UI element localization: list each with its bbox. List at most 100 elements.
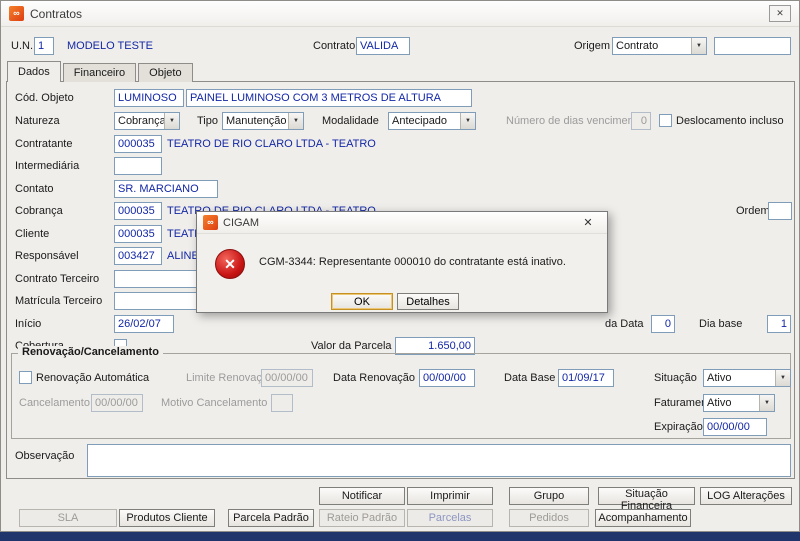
dias-vencimento-label: Número de dias vencimento (506, 115, 643, 127)
window-titlebar: ∞ Contratos ✕ (1, 1, 799, 27)
chevron-down-icon: ▼ (691, 38, 706, 54)
natureza-combo[interactable]: Cobrança ▼ (114, 112, 180, 130)
origem-combo[interactable]: Contrato ▼ (612, 37, 707, 55)
faturamento-combo[interactable]: Ativo ▼ (703, 394, 775, 412)
da-data-label: da Data (605, 318, 644, 330)
tab-bar: Dados Financeiro Objeto (7, 61, 195, 82)
dialog-message: CGM-3344: Representante 000010 do contra… (259, 256, 566, 268)
situacao-combo[interactable]: Ativo ▼ (703, 369, 791, 387)
pedidos-button: Pedidos (509, 509, 589, 527)
notificar-button[interactable]: Notificar (319, 487, 405, 505)
app-icon: ∞ (9, 6, 24, 21)
cobranca-label: Cobrança (15, 205, 63, 217)
dialog-titlebar: ∞ CIGAM ✕ (197, 212, 607, 234)
imprimir-button[interactable]: Imprimir (407, 487, 493, 505)
data-base-input[interactable] (558, 369, 614, 387)
window-title: Contratos (30, 6, 83, 21)
expiracao-input[interactable] (703, 418, 767, 436)
parcela-padrao-button[interactable]: Parcela Padrão (228, 509, 314, 527)
da-data-input[interactable] (651, 315, 675, 333)
limite-renovacao-input (261, 369, 313, 387)
dia-base-label: Dia base (699, 318, 743, 330)
cod-objeto-code-input[interactable] (114, 89, 184, 107)
contrato-terceiro-input[interactable] (114, 270, 204, 288)
un-input[interactable] (34, 37, 54, 55)
tipo-combo-value: Manutenção (226, 115, 287, 127)
motivo-cancelamento-label: Motivo Cancelamento (161, 397, 268, 409)
ordem-input[interactable] (768, 202, 792, 220)
acompanhamento-button[interactable]: Acompanhamento (595, 509, 691, 527)
ordem-label: Ordem (736, 205, 770, 217)
contato-input[interactable] (114, 180, 218, 198)
deslocamento-checkbox[interactable] (659, 114, 672, 127)
cod-objeto-label: Cód. Objeto (15, 92, 74, 104)
origem-label: Origem (574, 40, 611, 52)
cancelamento-label: Cancelamento (19, 397, 90, 409)
renovacao-automatica-label: Renovação Automática (36, 372, 150, 384)
inicio-input[interactable] (114, 315, 174, 333)
cod-objeto-desc-input[interactable] (186, 89, 472, 107)
bottom-strip (0, 533, 800, 541)
parcelas-button: Parcelas (407, 509, 493, 527)
faturamento-combo-value: Ativo (707, 397, 732, 409)
origem-combo-value: Contrato (616, 40, 659, 52)
dialog-title: CIGAM (223, 216, 260, 229)
tab-financeiro[interactable]: Financeiro (62, 63, 137, 82)
data-renovacao-label: Data Renovação (333, 372, 415, 384)
modalidade-combo[interactable]: Antecipado ▼ (388, 112, 476, 130)
intermediaria-input[interactable] (114, 157, 162, 175)
data-renovacao-input[interactable] (419, 369, 475, 387)
dialog-close-button[interactable]: ✕ (575, 214, 601, 232)
tab-objeto[interactable]: Objeto (138, 63, 193, 82)
natureza-combo-value: Cobrança (118, 115, 164, 127)
valor-parcela-label: Valor da Parcela (311, 340, 392, 352)
chevron-down-icon: ▼ (460, 113, 475, 129)
produtos-cliente-button[interactable]: Produtos Cliente (119, 509, 215, 527)
chevron-down-icon: ▼ (759, 395, 774, 411)
tipo-combo[interactable]: Manutenção ▼ (222, 112, 304, 130)
matricula-terceiro-label: Matrícula Terceiro (15, 295, 103, 307)
observacao-textarea[interactable] (87, 444, 791, 477)
sla-button: SLA (19, 509, 117, 527)
un-label: U.N. (11, 40, 33, 52)
contratante-desc-text: TEATRO DE RIO CLARO LTDA - TEATRO (167, 138, 376, 150)
contratante-label: Contratante (15, 138, 73, 150)
origem-extra-input[interactable] (714, 37, 791, 55)
cliente-code-input[interactable] (114, 225, 162, 243)
un-name-text: MODELO TESTE (67, 40, 153, 52)
chevron-down-icon: ▼ (288, 113, 303, 129)
detalhes-button[interactable]: Detalhes (397, 293, 459, 310)
contratante-code-input[interactable] (114, 135, 162, 153)
dias-vencimento-input (631, 112, 651, 130)
cliente-label: Cliente (15, 228, 50, 240)
tab-dados[interactable]: Dados (7, 61, 61, 82)
ok-button[interactable]: OK (331, 293, 393, 310)
observacao-label: Observação (15, 450, 75, 462)
modalidade-label: Modalidade (322, 115, 379, 127)
renovacao-group-title: Renovação/Cancelamento (18, 346, 163, 358)
modalidade-combo-value: Antecipado (392, 115, 448, 127)
cobranca-code-input[interactable] (114, 202, 162, 220)
grupo-button[interactable]: Grupo (509, 487, 589, 505)
rateio-padrao-button: Rateio Padrão (319, 509, 405, 527)
contrato-input[interactable] (356, 37, 410, 55)
matricula-terceiro-input[interactable] (114, 292, 204, 310)
natureza-label: Natureza (15, 115, 60, 127)
situacao-financeira-button[interactable]: Situação Financeira (598, 487, 695, 512)
contrato-label: Contrato (313, 40, 356, 52)
window-close-button[interactable]: ✕ (769, 5, 791, 22)
responsavel-label: Responsável (15, 250, 79, 262)
chevron-down-icon: ▼ (775, 370, 790, 386)
log-alteracoes-button[interactable]: LOG Alterações (700, 487, 792, 505)
situacao-label: Situação (654, 372, 697, 384)
error-icon: ✕ (215, 249, 245, 279)
cigam-error-dialog: ∞ CIGAM ✕ ✕ CGM-3344: Representante 0000… (196, 211, 608, 313)
responsavel-code-input[interactable] (114, 247, 162, 265)
tipo-label: Tipo (197, 115, 218, 127)
chevron-down-icon: ▼ (164, 113, 179, 129)
contato-label: Contato (15, 183, 54, 195)
cancelamento-input (91, 394, 143, 412)
situacao-combo-value: Ativo (707, 372, 732, 384)
dia-base-input[interactable] (767, 315, 791, 333)
renovacao-automatica-checkbox[interactable] (19, 371, 32, 384)
